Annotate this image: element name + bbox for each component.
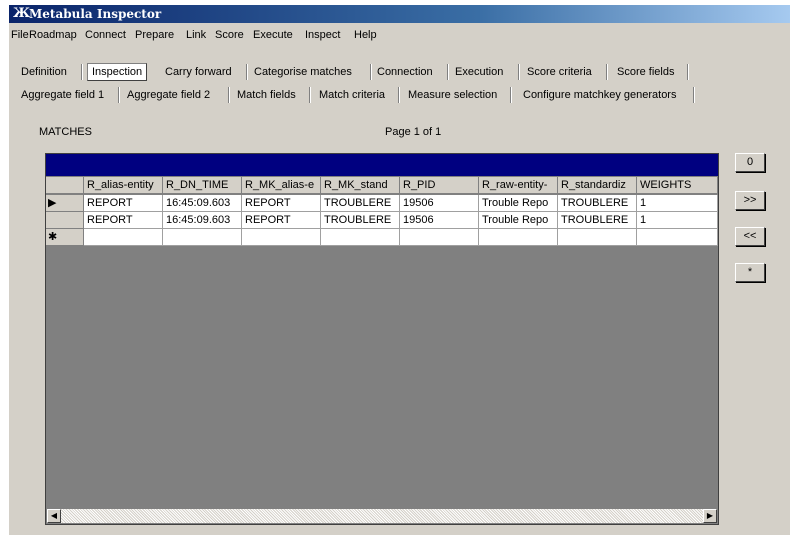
tab-separator bbox=[518, 64, 520, 80]
tab-match-criteria[interactable]: Match criteria bbox=[319, 86, 385, 104]
menu-score[interactable]: Score bbox=[215, 26, 244, 44]
column-header[interactable]: R_alias-entity bbox=[84, 177, 163, 194]
grid-cell-empty[interactable] bbox=[558, 229, 637, 246]
tab-separator bbox=[81, 64, 83, 80]
grid-caption-bar bbox=[46, 154, 718, 176]
menu-inspect[interactable]: Inspect bbox=[305, 26, 340, 44]
grid-cell[interactable]: TROUBLERE bbox=[558, 195, 637, 212]
grid-cell-empty[interactable] bbox=[637, 229, 718, 246]
menu-prepare[interactable]: Prepare bbox=[135, 26, 174, 44]
grid-cell[interactable]: REPORT bbox=[242, 212, 321, 229]
grid-cell[interactable]: TROUBLERE bbox=[321, 212, 400, 229]
column-header[interactable]: R_MK_stand bbox=[321, 177, 400, 194]
first-button[interactable]: 0 bbox=[735, 153, 765, 172]
tab-measure-selection[interactable]: Measure selection bbox=[408, 86, 497, 104]
tab-separator bbox=[510, 87, 512, 103]
tab-score-criteria[interactable]: Score criteria bbox=[527, 63, 592, 81]
tab-execution[interactable]: Execution bbox=[455, 63, 503, 81]
tab-aggregate-field-2[interactable]: Aggregate field 2 bbox=[127, 86, 210, 104]
tab-aggregate-field-1[interactable]: Aggregate field 1 bbox=[21, 86, 104, 104]
tab-separator bbox=[118, 87, 120, 103]
grid-cell-empty[interactable] bbox=[242, 229, 321, 246]
menu-connect[interactable]: Connect bbox=[85, 26, 126, 44]
scroll-left-icon[interactable]: ◀ bbox=[47, 509, 61, 523]
previous-page-button[interactable]: << bbox=[735, 227, 765, 246]
title-bar: Ж Metabula Inspector bbox=[9, 5, 790, 23]
tab-categorise-matches[interactable]: Categorise matches bbox=[254, 63, 352, 81]
scroll-track[interactable] bbox=[61, 509, 703, 523]
grid-cell-empty[interactable] bbox=[479, 229, 558, 246]
row-selector-new[interactable]: ✱ bbox=[46, 229, 84, 246]
grid-cell[interactable]: REPORT bbox=[84, 212, 163, 229]
tab-separator bbox=[370, 64, 372, 80]
page-indicator: Page 1 of 1 bbox=[385, 126, 442, 138]
column-header[interactable]: WEIGHTS bbox=[637, 177, 718, 194]
tab-match-fields[interactable]: Match fields bbox=[237, 86, 296, 104]
column-header[interactable]: R_standardiz bbox=[558, 177, 637, 194]
grid-cell-empty[interactable] bbox=[321, 229, 400, 246]
tab-definition[interactable]: Definition bbox=[21, 63, 67, 81]
app-x-icon: Ж bbox=[13, 6, 31, 21]
tab-separator bbox=[228, 87, 230, 103]
tab-inspection[interactable]: Inspection bbox=[87, 63, 148, 81]
tab-separator bbox=[687, 64, 689, 80]
grid-cell[interactable]: 19506 bbox=[400, 195, 479, 212]
grid-cell[interactable]: 1 bbox=[637, 195, 718, 212]
window-title: Metabula Inspector bbox=[29, 7, 162, 21]
grid-corner bbox=[46, 177, 84, 194]
tab-configure-matchkey-generators[interactable]: Configure matchkey generators bbox=[523, 86, 676, 104]
column-header[interactable]: R_DN_TIME bbox=[163, 177, 242, 194]
matches-label: MATCHES bbox=[39, 126, 92, 138]
menu-file[interactable]: File bbox=[11, 26, 29, 44]
column-header[interactable]: R_raw-entity- bbox=[479, 177, 558, 194]
menu-link[interactable]: Link bbox=[186, 26, 206, 44]
tab-separator bbox=[246, 64, 248, 80]
matches-grid[interactable]: R_alias-entity R_DN_TIME R_MK_alias-e R_… bbox=[45, 153, 719, 525]
grid-cell-empty[interactable] bbox=[84, 229, 163, 246]
row-selector[interactable] bbox=[46, 212, 84, 229]
grid-cell-empty[interactable] bbox=[163, 229, 242, 246]
tab-score-fields[interactable]: Score fields bbox=[617, 63, 674, 81]
grid-cell[interactable]: 19506 bbox=[400, 212, 479, 229]
horizontal-scrollbar[interactable]: ◀ ▶ bbox=[47, 509, 717, 523]
menu-execute[interactable]: Execute bbox=[253, 26, 293, 44]
tab-carry-forward[interactable]: Carry forward bbox=[165, 63, 232, 81]
tab-separator bbox=[309, 87, 311, 103]
inspector-window: Ж Metabula Inspector File Roadmap Connec… bbox=[8, 5, 790, 535]
grid-cell[interactable]: TROUBLERE bbox=[558, 212, 637, 229]
grid-cell[interactable]: REPORT bbox=[242, 195, 321, 212]
grid-cell[interactable]: TROUBLERE bbox=[321, 195, 400, 212]
scroll-right-icon[interactable]: ▶ bbox=[703, 509, 717, 523]
grid-cell[interactable]: Trouble Repo bbox=[479, 212, 558, 229]
grid-cell[interactable]: 1 bbox=[637, 212, 718, 229]
tab-separator bbox=[693, 87, 695, 103]
grid-cell[interactable]: 16:45:09.603 bbox=[163, 195, 242, 212]
grid-cell-empty[interactable] bbox=[400, 229, 479, 246]
next-page-button[interactable]: >> bbox=[735, 191, 765, 210]
star-button[interactable]: * bbox=[735, 263, 765, 282]
menu-bar: File Roadmap Connect Prepare Link Score … bbox=[9, 26, 790, 44]
tab-separator bbox=[398, 87, 400, 103]
grid-cell[interactable]: REPORT bbox=[84, 195, 163, 212]
tab-separator bbox=[606, 64, 608, 80]
menu-help[interactable]: Help bbox=[354, 26, 377, 44]
tab-connection[interactable]: Connection bbox=[377, 63, 433, 81]
menu-roadmap[interactable]: Roadmap bbox=[29, 26, 77, 44]
column-header[interactable]: R_MK_alias-e bbox=[242, 177, 321, 194]
column-header[interactable]: R_PID bbox=[400, 177, 479, 194]
grid-cell[interactable]: Trouble Repo bbox=[479, 195, 558, 212]
grid-cell[interactable]: 16:45:09.603 bbox=[163, 212, 242, 229]
row-selector-current[interactable]: ▶ bbox=[46, 195, 84, 212]
tab-separator bbox=[447, 64, 449, 80]
